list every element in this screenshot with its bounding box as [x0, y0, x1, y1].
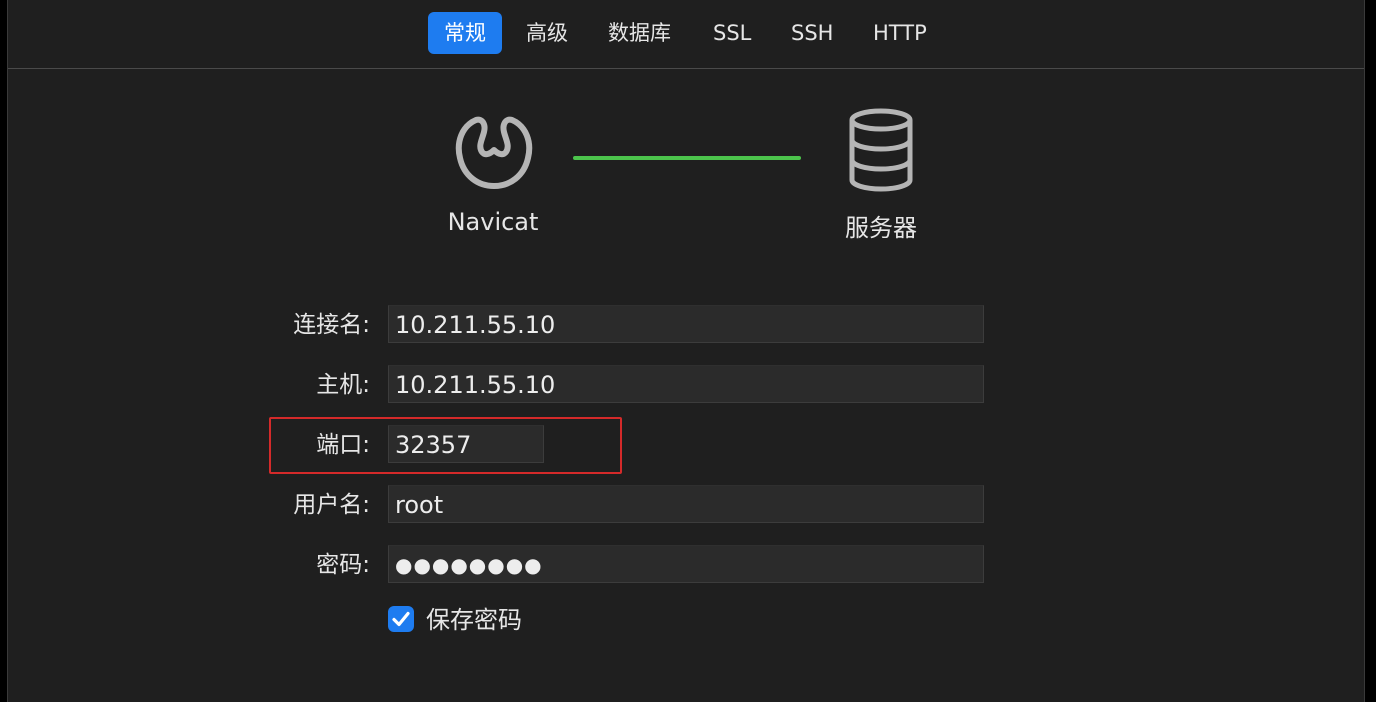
- database-icon: [846, 108, 916, 192]
- navicat-logo-icon: [448, 106, 538, 196]
- tab-ssh[interactable]: SSH: [779, 12, 845, 54]
- tab-general[interactable]: 常规: [428, 12, 502, 54]
- server-label: 服务器: [845, 214, 917, 242]
- tab-advanced[interactable]: 高级: [514, 12, 580, 54]
- connection-window: 常规 高级 数据库 SSL SSH HTTP Navicat 服务器 连接名: …: [0, 0, 1376, 702]
- password-label: 密码:: [316, 552, 370, 578]
- tab-http[interactable]: HTTP: [861, 12, 939, 54]
- client-label: Navicat: [447, 208, 539, 236]
- username-label: 用户名:: [293, 492, 370, 518]
- tab-bar: 常规 高级 数据库 SSL SSH HTTP: [8, 0, 1364, 69]
- password-field[interactable]: ●●●●●●●●: [388, 545, 984, 583]
- checkmark-icon: [392, 611, 410, 627]
- tab-ssl[interactable]: SSL: [701, 12, 763, 54]
- connection-panel: 常规 高级 数据库 SSL SSH HTTP Navicat 服务器 连接名: …: [7, 0, 1365, 702]
- username-field[interactable]: root: [388, 485, 984, 523]
- host-label: 主机:: [316, 372, 370, 398]
- host-field[interactable]: 10.211.55.10: [388, 365, 984, 403]
- connection-link-line: [573, 156, 801, 160]
- save-password-label: 保存密码: [426, 606, 522, 634]
- port-highlight-box: [269, 417, 622, 474]
- connection-name-field[interactable]: 10.211.55.10: [388, 305, 984, 343]
- tab-database[interactable]: 数据库: [596, 12, 683, 54]
- connection-name-label: 连接名:: [293, 312, 370, 338]
- save-password-checkbox[interactable]: [388, 606, 414, 632]
